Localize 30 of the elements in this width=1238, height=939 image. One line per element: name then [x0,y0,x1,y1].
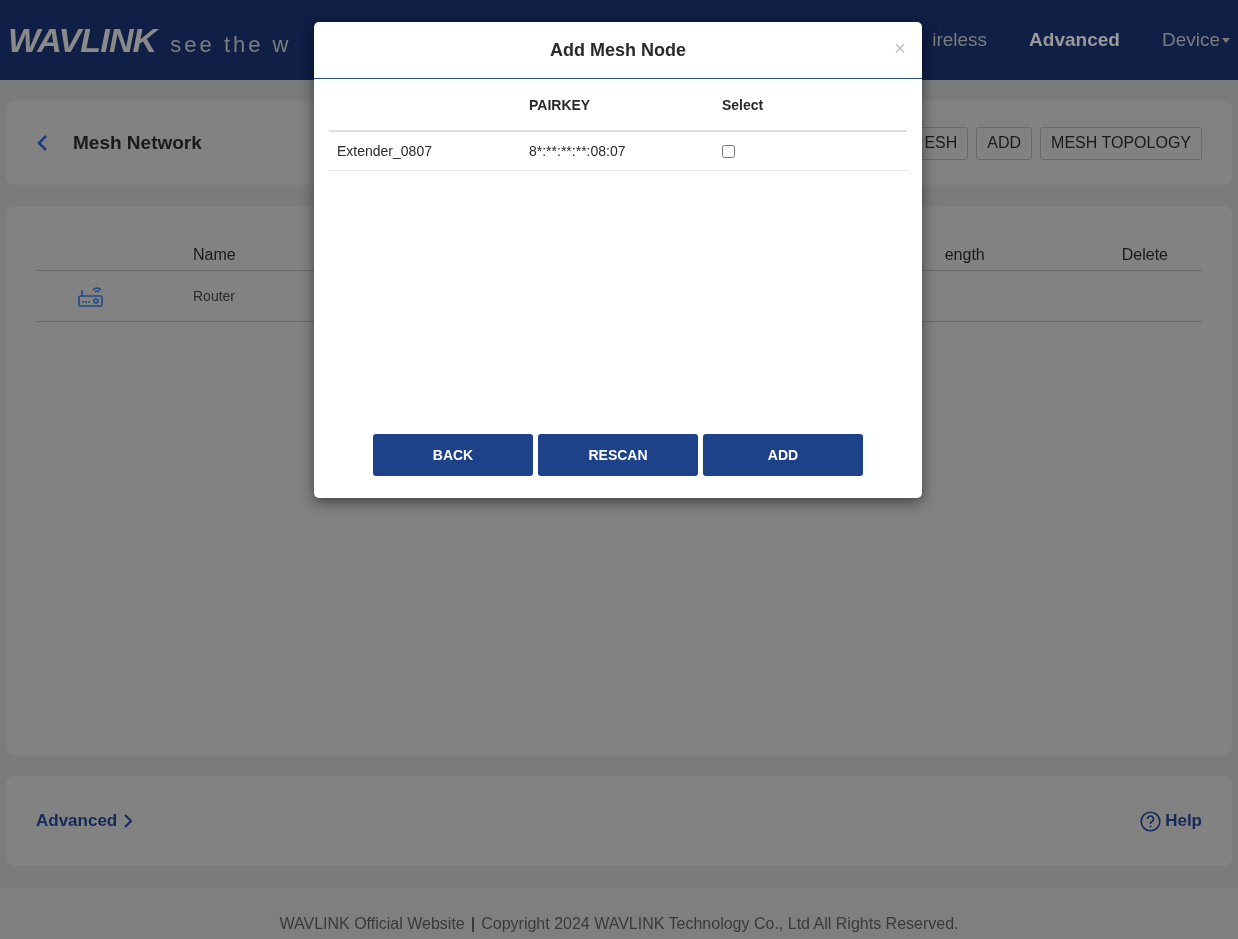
select-checkbox[interactable] [722,144,735,158]
table-cell-text: Extender_0807 [337,141,433,161]
column-header: ength [944,245,985,265]
table-cell-text: 8*:**:**:**:08:07 [529,141,627,161]
copyright-text: Copyright 2024 WAVLINK Technology Co., Ltd All Rights Reserved. [481,914,959,934]
router-icon [78,284,104,308]
column-header: PAIRKEY [529,95,592,115]
dialog-title: Add Mesh Node [550,38,686,62]
column-header: Delete [1121,245,1168,265]
table-cell-text: Router [193,286,236,306]
page-title: Mesh Network [73,130,202,155]
dialog-button[interactable]: RESCAN [538,434,698,476]
logo: WAVLINK [8,19,157,61]
back-icon[interactable] [36,134,48,152]
advanced-link[interactable]: Advanced [36,808,133,834]
toolbar-button[interactable]: ADD [976,126,1033,160]
dialog-button[interactable]: BACK [373,434,533,476]
help-icon [1140,810,1162,832]
nav-link[interactable]: Advanced [1029,25,1120,55]
dialog-button[interactable]: ADD [703,434,863,476]
help-link[interactable]: Help [1140,808,1202,834]
nav-link[interactable]: ireless [932,25,988,55]
chevron-icon [123,814,133,828]
nav-link[interactable]: Device [1161,25,1230,55]
slogan: see the w [170,30,292,59]
toolbar-button[interactable]: MESH TOPOLOGY [1040,126,1202,160]
column-header: Select [722,95,764,115]
column-header: Name [193,245,236,265]
website-link[interactable]: WAVLINK Official Website [279,912,465,936]
separator: | [470,914,476,934]
